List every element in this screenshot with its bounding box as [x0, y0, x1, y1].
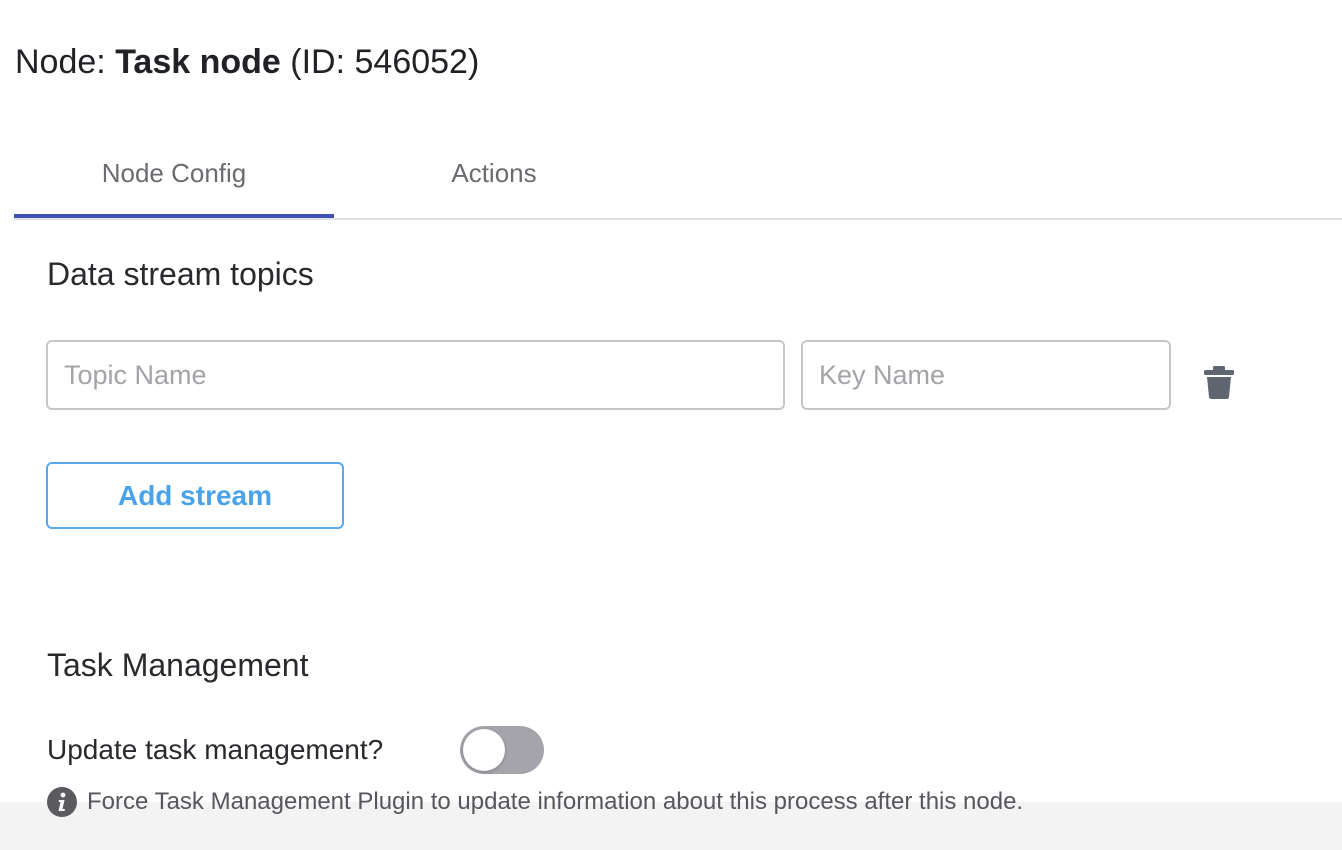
page-title: Node: Task node (ID: 546052): [15, 40, 479, 84]
tab-actions[interactable]: Actions: [334, 130, 654, 216]
title-prefix: Node:: [15, 43, 106, 81]
task-management-help-text: Force Task Management Plugin to update i…: [87, 788, 1024, 815]
info-icon: [47, 787, 77, 817]
add-stream-label: Add stream: [117, 479, 273, 511]
topic-name-field: [46, 340, 785, 410]
key-name-input[interactable]: [803, 342, 1169, 408]
topic-name-input[interactable]: [48, 342, 783, 408]
add-stream-button[interactable]: Add stream: [46, 462, 344, 529]
toggle-knob: [463, 729, 505, 771]
key-name-field: [801, 340, 1171, 410]
tab-label: Node Config: [101, 157, 247, 188]
tab-node-config[interactable]: Node Config: [14, 130, 334, 218]
update-task-management-label: Update task management?: [47, 734, 384, 765]
tab-bar: Node Config Actions: [14, 130, 1342, 220]
node-name: Task node: [115, 43, 281, 81]
data-stream-topics-heading: Data stream topics: [47, 256, 314, 292]
tab-label: Actions: [451, 157, 537, 188]
update-task-management-toggle[interactable]: [460, 726, 544, 774]
node-id: (ID: 546052): [290, 43, 480, 81]
task-management-heading: Task Management: [47, 647, 309, 683]
trash-icon[interactable]: [1201, 364, 1237, 400]
